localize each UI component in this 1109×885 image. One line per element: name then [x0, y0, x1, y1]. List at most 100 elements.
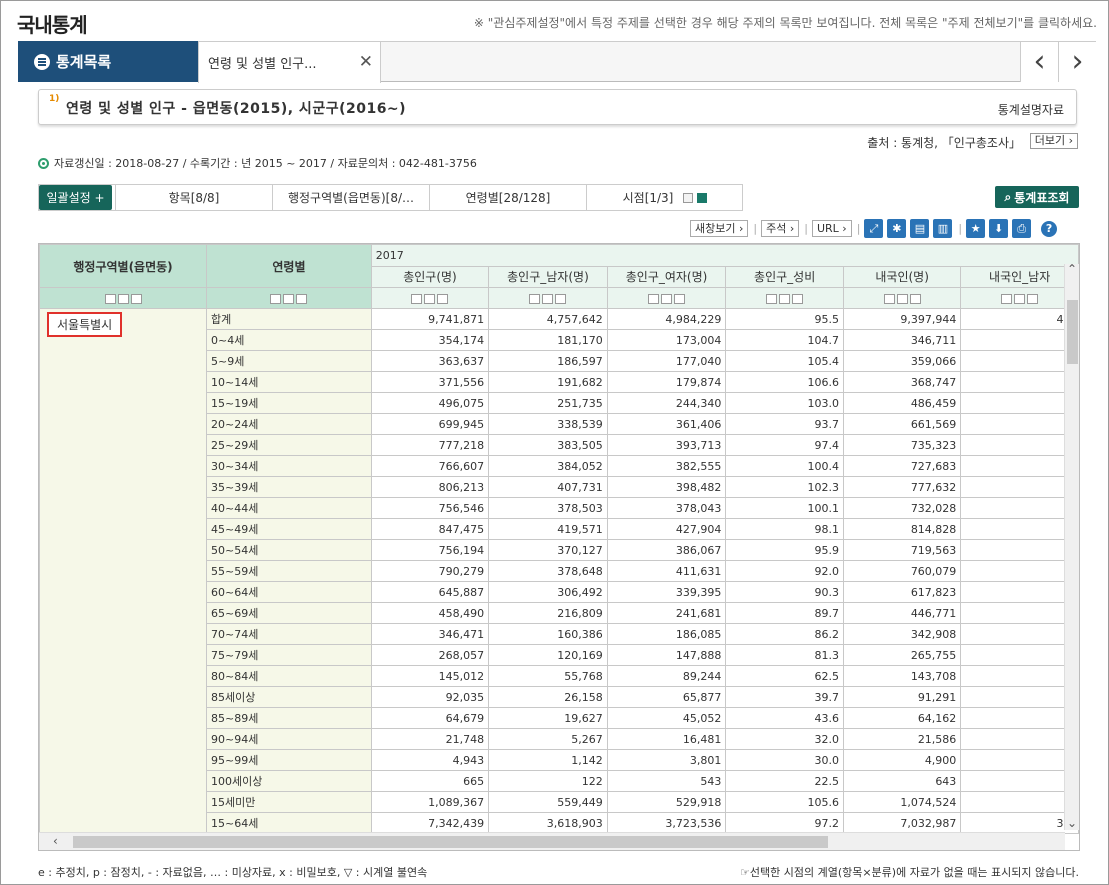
sort-up-icon[interactable]: [766, 293, 778, 304]
column-header[interactable]: 총인구_성비: [725, 265, 844, 288]
sort-up-icon[interactable]: [411, 293, 423, 304]
bar-chart-icon[interactable]: ▥: [933, 219, 953, 238]
info-text: 자료갱신일 : 2018-08-27 / 수록기간 : 년 2015 ~ 201…: [54, 157, 477, 170]
stat-query-button[interactable]: ⌕ 통계표조회: [995, 186, 1079, 208]
sort-down-icon[interactable]: [661, 293, 673, 304]
value-cell: 43.6: [725, 707, 844, 729]
sort-up-icon[interactable]: [529, 293, 541, 304]
tab-active-table[interactable]: 연령 및 성별 인구... ✕: [198, 41, 381, 83]
sort-up-icon[interactable]: [648, 293, 660, 304]
filter-minus-icon[interactable]: [437, 293, 449, 304]
value-cell: 386,067: [606, 539, 727, 561]
notes-button[interactable]: 주석 ›: [761, 220, 800, 237]
vertical-scroll-thumb[interactable]: [1067, 300, 1078, 364]
value-cell: 727,683: [842, 455, 962, 477]
column-header[interactable]: 총인구_여자(명): [606, 265, 727, 288]
stat-title-box: 1) 연령 및 성별 인구 - 읍면동(2015), 시군구(2016~) 통계…: [38, 89, 1077, 125]
age-cell: 25~29세: [206, 434, 372, 456]
stat-explain-link[interactable]: 통계설명자료: [998, 101, 1064, 118]
age-cell: 85세이상: [206, 686, 372, 708]
close-icon[interactable]: ✕: [359, 52, 373, 72]
sort-up-icon[interactable]: [1001, 293, 1013, 304]
url-button[interactable]: URL ›: [811, 220, 852, 237]
value-cell: 65,877: [606, 686, 727, 708]
value-cell: 756,546: [370, 497, 490, 519]
column-header[interactable]: 내국인(명): [842, 265, 962, 288]
filter-minus-icon[interactable]: [909, 293, 921, 304]
sort-down-icon[interactable]: [542, 293, 554, 304]
collapse-icon[interactable]: [683, 192, 694, 203]
value-cell: 22.5: [725, 770, 844, 792]
sort-up-icon[interactable]: [104, 293, 116, 304]
more-button[interactable]: 더보기 ›: [1029, 133, 1078, 149]
value-cell: 3: [960, 539, 1079, 561]
value-cell: 4,757,642: [488, 308, 608, 330]
new-window-button[interactable]: 새창보기 ›: [690, 220, 749, 237]
value-cell: 122: [488, 770, 608, 792]
next-tab-button[interactable]: ›: [1058, 42, 1096, 82]
region-label[interactable]: 서울특별시: [47, 312, 123, 337]
value-cell: 378,648: [488, 560, 608, 582]
sort-down-icon[interactable]: [779, 293, 791, 304]
scroll-up-icon[interactable]: ⌃: [1067, 262, 1077, 276]
horizontal-scrollbar[interactable]: ‹: [39, 832, 1065, 850]
sort-down-icon[interactable]: [1014, 293, 1026, 304]
column-header[interactable]: 총인구(명): [370, 265, 490, 288]
value-cell: 1: [960, 350, 1079, 372]
filter-age[interactable]: 연령별[28/128]: [429, 185, 586, 210]
value-cell: 160,386: [488, 623, 608, 645]
value-cell: 378,043: [606, 497, 727, 519]
row-header-age[interactable]: 연령별: [206, 244, 372, 288]
year-header: 2017: [370, 244, 1079, 267]
list-icon: [34, 53, 50, 70]
filter-minus-icon[interactable]: [130, 293, 142, 304]
value-cell: 21,748: [370, 728, 490, 750]
filter-minus-icon[interactable]: [1027, 293, 1039, 304]
value-cell: 384,052: [488, 455, 608, 477]
star-icon[interactable]: ★: [966, 219, 986, 238]
value-cell: 97.4: [725, 434, 844, 456]
sort-down-icon[interactable]: [117, 293, 129, 304]
vertical-scrollbar[interactable]: ⌃ ⌄: [1064, 262, 1079, 830]
title-footnote-mark[interactable]: 1): [49, 94, 59, 104]
sort-down-icon[interactable]: [283, 293, 295, 304]
filter-minus-icon[interactable]: [296, 293, 308, 304]
sort-down-icon[interactable]: [896, 293, 908, 304]
sort-controls: [606, 287, 727, 309]
filter-minus-icon[interactable]: [555, 293, 567, 304]
sort-up-icon[interactable]: [270, 293, 282, 304]
document-icon[interactable]: ▤: [910, 219, 930, 238]
filter-region[interactable]: 행정구역별(읍면동)[8/…: [272, 185, 429, 210]
filter-period[interactable]: 시점[1/3]: [586, 185, 743, 210]
age-cell: 40~44세: [206, 497, 372, 519]
value-cell: 32.0: [725, 728, 844, 750]
column-header[interactable]: 내국인_남자: [960, 265, 1079, 288]
help-icon[interactable]: ?: [1041, 220, 1058, 237]
value-cell: 93.7: [725, 413, 844, 435]
horizontal-scroll-thumb[interactable]: [73, 836, 828, 848]
tab-stat-list[interactable]: 통계목록: [18, 41, 198, 82]
value-cell: 3,618,903: [488, 812, 608, 834]
value-cell: 3: [960, 455, 1079, 477]
prev-tab-button[interactable]: ‹: [1020, 42, 1058, 82]
filter-minus-icon[interactable]: [792, 293, 804, 304]
sort-up-icon[interactable]: [883, 293, 895, 304]
filter-minus-icon[interactable]: [674, 293, 686, 304]
expand-icon[interactable]: [697, 192, 708, 203]
tab-active-label: 연령 및 성별 인구...: [208, 57, 317, 72]
batch-setting-button[interactable]: 일괄설정 +: [39, 185, 112, 210]
column-header[interactable]: 총인구_남자(명): [488, 265, 608, 288]
value-cell: 382,555: [606, 455, 727, 477]
download-icon[interactable]: ⬇: [989, 219, 1009, 238]
expand-window-icon[interactable]: ⤢: [864, 219, 884, 238]
scroll-down-icon[interactable]: ⌄: [1067, 816, 1077, 830]
filter-items[interactable]: 항목[8/8]: [115, 185, 272, 210]
sort-down-icon[interactable]: [424, 293, 436, 304]
settings-icon[interactable]: ✱: [887, 219, 907, 238]
print-icon[interactable]: ⎙: [1012, 219, 1032, 238]
value-cell: 95.9: [725, 539, 844, 561]
row-header-region[interactable]: 행정구역별(읍면동): [39, 244, 208, 288]
value-cell: 427,904: [606, 518, 727, 540]
value-cell: 645,887: [370, 581, 490, 603]
scroll-left-icon[interactable]: ‹: [53, 834, 58, 848]
